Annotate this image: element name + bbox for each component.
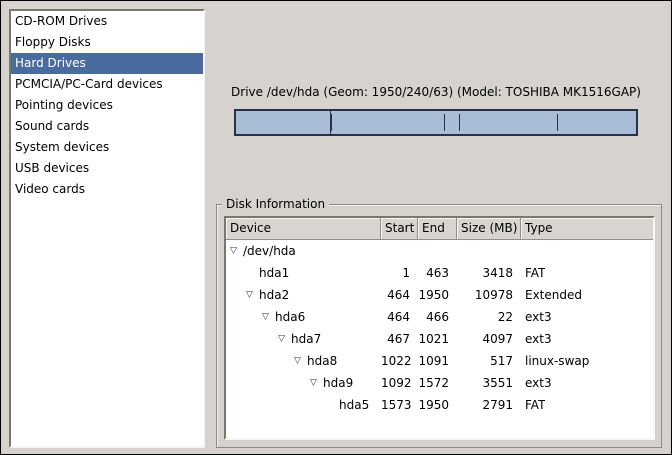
- end-cell: 1021: [418, 332, 457, 346]
- column-header-size[interactable]: Size (MB): [457, 218, 521, 240]
- device-cell: ▽ /dev/hda: [226, 244, 381, 258]
- size-cell: 22: [457, 310, 521, 324]
- end-cell: 463: [418, 266, 457, 280]
- device-label: /dev/hda: [243, 244, 296, 258]
- size-cell: 4097: [457, 332, 521, 346]
- expander-open-icon[interactable]: ▽: [278, 333, 291, 345]
- table-row-dev-hda[interactable]: ▽ /dev/hda: [226, 240, 653, 262]
- start-cell: 1092: [381, 376, 418, 390]
- table-row-hda1[interactable]: hda1 1 463 3418 FAT: [226, 262, 653, 284]
- expander-open-icon[interactable]: ▽: [262, 311, 275, 323]
- drive-title: Drive /dev/hda (Geom: 1950/240/63) (Mode…: [222, 85, 650, 99]
- device-cell: ▽ hda2: [226, 288, 381, 302]
- table-row-hda2[interactable]: ▽ hda2 464 1950 10978 Extended: [226, 284, 653, 306]
- device-label: hda8: [307, 354, 337, 368]
- type-cell: FAT: [521, 266, 545, 280]
- partition-bar: [234, 109, 638, 136]
- device-label: hda6: [275, 310, 305, 324]
- expander-open-icon[interactable]: ▽: [246, 289, 259, 301]
- column-header-device[interactable]: Device: [226, 218, 381, 240]
- start-cell: 1022: [381, 354, 418, 368]
- expander-open-icon[interactable]: ▽: [310, 377, 323, 389]
- device-cell: ▽ hda7: [226, 332, 381, 346]
- partition-segment-hda9: [460, 114, 558, 131]
- partition-segment-hda5: [558, 114, 636, 131]
- size-cell: 3551: [457, 376, 521, 390]
- column-header-end[interactable]: End: [418, 218, 457, 240]
- type-cell: ext3: [521, 310, 552, 324]
- size-cell: 10978: [457, 288, 521, 302]
- disk-information-frame-label: Disk Information: [222, 196, 329, 213]
- sidebar-item-sound-cards[interactable]: Sound cards: [11, 116, 203, 137]
- type-cell: ext3: [521, 376, 552, 390]
- device-category-list: CD-ROM Drives Floppy Disks Hard Drives P…: [9, 9, 205, 448]
- size-cell: 517: [457, 354, 521, 368]
- table-row-hda6[interactable]: ▽ hda6 464 466 22 ext3: [226, 306, 653, 328]
- partition-table: Device Start End Size (MB) Type ▽ /dev/h…: [224, 216, 655, 440]
- device-label: hda9: [323, 376, 353, 390]
- device-cell: hda5: [226, 398, 381, 412]
- table-row-hda5[interactable]: hda5 1573 1950 2791 FAT: [226, 394, 653, 416]
- type-cell: FAT: [521, 398, 545, 412]
- end-cell: 1950: [418, 288, 457, 302]
- sidebar-item-video-cards[interactable]: Video cards: [11, 179, 203, 200]
- sidebar-item-system-devices[interactable]: System devices: [11, 137, 203, 158]
- column-header-type[interactable]: Type: [521, 218, 653, 240]
- sidebar-item-usb-devices[interactable]: USB devices: [11, 158, 203, 179]
- device-cell: ▽ hda9: [226, 376, 381, 390]
- start-cell: 467: [381, 332, 418, 346]
- device-cell: hda1: [226, 266, 381, 280]
- partition-segment-hda8: [445, 114, 459, 131]
- sidebar-item-hard-drives[interactable]: Hard Drives: [11, 53, 203, 74]
- partition-segment-hda1: [236, 111, 331, 134]
- type-cell: linux-swap: [521, 354, 589, 368]
- hardware-browser-window: CD-ROM Drives Floppy Disks Hard Drives P…: [0, 0, 672, 455]
- disk-information-frame: Disk Information Device Start End Size (…: [216, 204, 662, 448]
- device-label: hda5: [339, 398, 369, 412]
- start-cell: 1: [381, 266, 418, 280]
- table-row-hda7[interactable]: ▽ hda7 467 1021 4097 ext3: [226, 328, 653, 350]
- type-cell: Extended: [521, 288, 582, 302]
- table-row-hda8[interactable]: ▽ hda8 1022 1091 517 linux-swap: [226, 350, 653, 372]
- partition-table-header: Device Start End Size (MB) Type: [226, 218, 653, 240]
- device-label: hda7: [291, 332, 321, 346]
- column-header-start[interactable]: Start: [381, 218, 418, 240]
- expander-open-icon[interactable]: ▽: [294, 355, 307, 367]
- table-row-hda9[interactable]: ▽ hda9 1092 1572 3551 ext3: [226, 372, 653, 394]
- device-label: hda2: [259, 288, 289, 302]
- sidebar-item-cdrom-drives[interactable]: CD-ROM Drives: [11, 11, 203, 32]
- device-label: hda1: [259, 266, 289, 280]
- sidebar-item-floppy-disks[interactable]: Floppy Disks: [11, 32, 203, 53]
- start-cell: 1573: [381, 398, 418, 412]
- size-cell: 3418: [457, 266, 521, 280]
- expander-open-icon[interactable]: ▽: [230, 245, 243, 257]
- partition-segment-hda7: [332, 114, 445, 131]
- sidebar-item-pcmcia-devices[interactable]: PCMCIA/PC-Card devices: [11, 74, 203, 95]
- end-cell: 1572: [418, 376, 457, 390]
- start-cell: 464: [381, 310, 418, 324]
- device-cell: ▽ hda8: [226, 354, 381, 368]
- device-cell: ▽ hda6: [226, 310, 381, 324]
- end-cell: 466: [418, 310, 457, 324]
- type-cell: ext3: [521, 332, 552, 346]
- start-cell: 464: [381, 288, 418, 302]
- size-cell: 2791: [457, 398, 521, 412]
- end-cell: 1091: [418, 354, 457, 368]
- end-cell: 1950: [418, 398, 457, 412]
- sidebar-item-pointing-devices[interactable]: Pointing devices: [11, 95, 203, 116]
